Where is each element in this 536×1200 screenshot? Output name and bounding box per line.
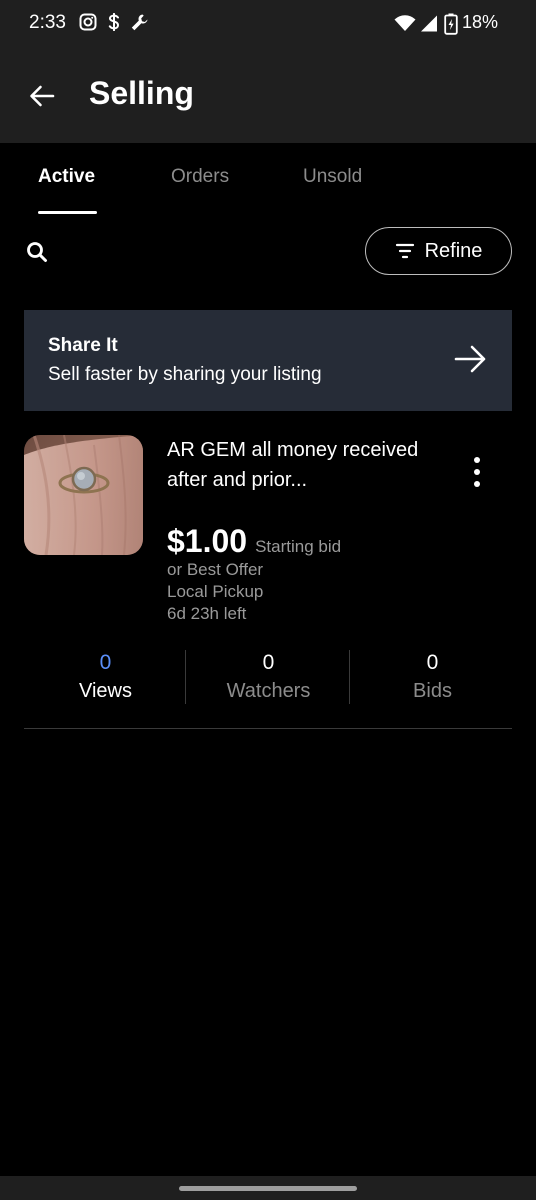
page-title: Selling	[89, 75, 194, 111]
views-label: Views	[79, 680, 132, 702]
listing-price: $1.00	[167, 523, 248, 559]
tab-active[interactable]: Active	[38, 166, 95, 188]
more-options-button[interactable]	[462, 454, 492, 490]
back-button[interactable]	[20, 74, 64, 118]
pickup-text: Local Pickup	[167, 582, 264, 601]
wifi-icon	[394, 15, 416, 31]
price-note: Starting bid	[255, 537, 342, 556]
watchers-label: Watchers	[226, 680, 311, 702]
listing-thumbnail[interactable]	[24, 435, 143, 555]
divider	[185, 650, 186, 704]
filter-icon	[395, 243, 414, 259]
more-dot	[474, 457, 480, 463]
dollar-icon	[108, 13, 120, 31]
share-title: Share It	[48, 335, 118, 356]
ring-photo	[24, 435, 143, 555]
battery-icon	[444, 13, 458, 35]
arrow-left-icon	[30, 85, 55, 107]
navigation-bar	[0, 1176, 536, 1200]
divider	[349, 650, 350, 704]
best-offer-text: or Best Offer	[167, 560, 264, 579]
watchers-count: 0	[262, 651, 275, 674]
search-icon	[27, 242, 47, 262]
battery-percent: 18%	[462, 12, 499, 32]
more-dot	[474, 469, 480, 475]
stat-views[interactable]: 0 Views	[24, 650, 187, 706]
status-bar: 2:33 18%	[0, 0, 536, 48]
bids-label: Bids	[413, 680, 452, 702]
bids-count: 0	[426, 651, 439, 674]
instagram-icon	[79, 13, 97, 31]
list-divider	[24, 728, 512, 729]
status-time: 2:33	[29, 12, 66, 33]
more-dot	[474, 481, 480, 487]
listing-stats: 0 Views 0 Watchers 0 Bids	[24, 650, 512, 706]
share-subtitle: Sell faster by sharing your listing	[48, 364, 322, 385]
arrow-right-icon	[454, 345, 486, 373]
time-left-text: 6d 23h left	[167, 604, 247, 623]
share-it-banner[interactable]: Share It Sell faster by sharing your lis…	[24, 310, 512, 411]
stat-bids[interactable]: 0 Bids	[351, 650, 514, 706]
tab-orders[interactable]: Orders	[171, 166, 229, 188]
tab-indicator	[38, 211, 97, 214]
wrench-icon	[131, 14, 148, 31]
stat-watchers[interactable]: 0 Watchers	[187, 650, 350, 706]
tab-unsold[interactable]: Unsold	[303, 166, 362, 188]
gesture-handle[interactable]	[179, 1186, 357, 1191]
price-row: $1.00 Starting bid	[167, 523, 341, 560]
listing-title[interactable]: AR GEM all money received after and prio…	[167, 435, 437, 495]
app-bar: Selling	[0, 48, 536, 143]
signal-icon	[421, 15, 437, 32]
views-count: 0	[99, 651, 112, 674]
refine-label: Refine	[424, 239, 483, 262]
search-button[interactable]	[22, 237, 52, 267]
refine-button[interactable]: Refine	[365, 227, 512, 275]
